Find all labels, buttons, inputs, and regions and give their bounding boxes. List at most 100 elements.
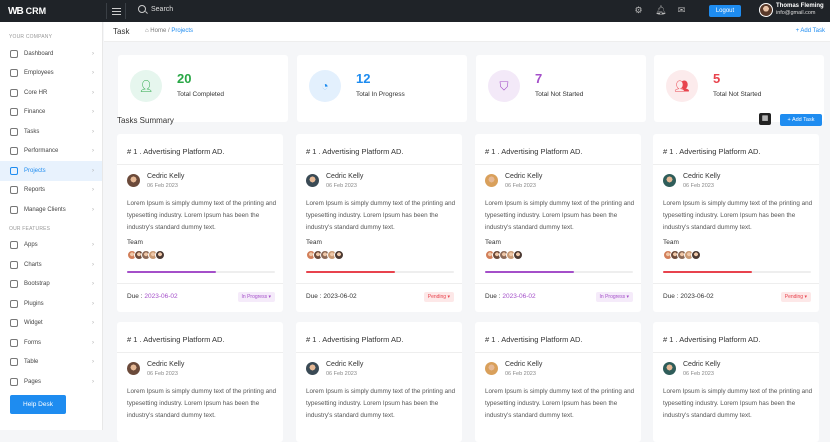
sidebar-item-icon (10, 88, 18, 97)
task-card[interactable]: # 1 . Advertising Platform AD. Cedric Kel… (475, 322, 641, 442)
stat-card: ◔ 12 Total In Progress (297, 55, 467, 122)
task-card-title: # 1 . Advertising Platform AD. (663, 147, 761, 156)
sidebar-item-label: Plugins (24, 300, 44, 307)
sidebar-item-icon (10, 147, 18, 156)
sidebar-item-label: Manage Clients (24, 206, 66, 213)
due-label: Due : (485, 293, 501, 300)
chevron-right-icon: › (92, 300, 94, 307)
grid-view-icon[interactable]: ▦ (759, 113, 771, 125)
sidebar-item-charts[interactable]: Charts › (0, 255, 102, 275)
sidebar-item-icon (10, 241, 18, 250)
tasks-summary-title: Tasks Summary (117, 116, 174, 125)
sidebar-item-dashboard[interactable]: Dashboard › (0, 44, 102, 64)
progress-bar (306, 271, 454, 273)
due-date: Due : 2023-06-02 (485, 293, 536, 300)
sidebar-item-bootstrap[interactable]: Bootstrap › (0, 275, 102, 295)
team-label: Team (127, 239, 143, 246)
task-card[interactable]: # 1 . Advertising Platform AD. Cedric Kel… (653, 322, 819, 442)
sidebar-item-forms[interactable]: Forms › (0, 333, 102, 353)
task-card[interactable]: # 1 . Advertising Platform AD. Cedric Kel… (475, 134, 641, 312)
task-card[interactable]: # 1 . Advertising Platform AD. Cedric Kel… (117, 322, 283, 442)
sidebar-item-reports[interactable]: Reports › (0, 181, 102, 201)
search-box[interactable]: Search (138, 5, 173, 13)
task-card[interactable]: # 1 . Advertising Platform AD. Cedric Kel… (296, 322, 462, 442)
task-card[interactable]: # 1 . Advertising Platform AD. Cedric Kel… (296, 134, 462, 312)
avatar (306, 174, 319, 187)
page-title: Task (113, 27, 130, 36)
progress-bar (127, 271, 275, 273)
sidebar-item-icon (10, 69, 18, 78)
sidebar-item-employees[interactable]: Employees › (0, 64, 102, 84)
user-email: info@gmail.com (776, 10, 816, 16)
sidebar-item-label: Core HR (24, 89, 48, 96)
sidebar-item-tasks[interactable]: Tasks › (0, 122, 102, 142)
help-desk-button[interactable]: Help Desk (10, 395, 66, 414)
sidebar-item-plugins[interactable]: Plugins › (0, 294, 102, 314)
task-date: 06 Feb 2023 (505, 183, 536, 189)
sidebar: YOUR COMPANY Dashboard › Employees › Core HR… (0, 22, 103, 430)
chevron-right-icon: › (92, 339, 94, 346)
chevron-right-icon: › (92, 148, 94, 155)
task-date: 06 Feb 2023 (505, 371, 536, 377)
user-avatar[interactable] (759, 3, 773, 17)
assignee-name: Cedric Kelly (326, 361, 364, 368)
sidebar-item-projects[interactable]: Projects › (0, 161, 102, 181)
sidebar-item-performance[interactable]: Performance › (0, 142, 102, 162)
sidebar-item-core-hr[interactable]: Core HR › (0, 83, 102, 103)
sidebar-item-label: Dashboard (24, 50, 54, 57)
divider (296, 164, 462, 165)
avatar (306, 362, 319, 375)
task-card[interactable]: # 1 . Advertising Platform AD. Cedric Kel… (653, 134, 819, 312)
task-card[interactable]: # 1 . Advertising Platform AD. Cedric Kel… (117, 134, 283, 312)
assignee-name: Cedric Kelly (505, 173, 543, 180)
caret-down-icon: ▾ (447, 294, 450, 300)
sidebar-item-icon (10, 49, 18, 58)
status-badge[interactable]: Pending ▾ (423, 292, 454, 302)
sidebar-item-table[interactable]: Table › (0, 353, 102, 373)
status-badge[interactable]: Pending ▾ (780, 292, 811, 302)
sidebar-item-label: Finance (24, 109, 46, 116)
divider (653, 283, 819, 284)
add-task-button[interactable]: + Add Task (780, 114, 822, 126)
gear-icon[interactable]: ⚙ (633, 5, 644, 16)
assignee-name: Cedric Kelly (147, 173, 185, 180)
stat-card: ⛉ 7 Total Not Started (476, 55, 646, 122)
menu-toggle-icon[interactable] (106, 3, 126, 19)
divider (117, 283, 283, 284)
bell-icon[interactable]: 🔔︎ (655, 5, 666, 16)
add-task-link[interactable]: + Add Task (796, 28, 825, 34)
task-description: Lorem Ipsum is simply dummy text of the … (663, 200, 813, 232)
task-description: Lorem Ipsum is simply dummy text of the … (663, 388, 813, 420)
status-label: Pending (784, 294, 804, 300)
divider (296, 352, 462, 353)
assignee-name: Cedric Kelly (683, 361, 721, 368)
sidebar-item-pages[interactable]: Pages › (0, 372, 102, 392)
chevron-right-icon: › (92, 109, 94, 116)
avatar (663, 362, 676, 375)
status-label: In Progress (241, 294, 268, 300)
team-avatar (155, 250, 165, 260)
sidebar-item-manage-clients[interactable]: Manage Clients › (0, 200, 102, 220)
sidebar-item-label: Reports (24, 187, 46, 194)
status-badge[interactable]: In Progress ▾ (595, 292, 633, 302)
chevron-right-icon: › (92, 89, 94, 96)
task-card-title: # 1 . Advertising Platform AD. (663, 335, 761, 344)
task-description: Lorem Ipsum is simply dummy text of the … (485, 388, 635, 420)
sidebar-item-apps[interactable]: Apps › (0, 236, 102, 256)
status-badge[interactable]: In Progress ▾ (237, 292, 275, 302)
mail-icon[interactable]: ✉ (676, 5, 687, 16)
due-label: Due : (127, 293, 143, 300)
sidebar-item-label: Widget (24, 320, 43, 327)
team-avatars (127, 250, 165, 260)
avatar (485, 362, 498, 375)
sidebar-item-icon (10, 358, 18, 367)
task-date: 06 Feb 2023 (683, 183, 714, 189)
team-avatar (513, 250, 523, 260)
logout-button[interactable]: Logout (709, 5, 741, 17)
sidebar-item-finance[interactable]: Finance › (0, 103, 102, 123)
sidebar-item-widget[interactable]: Widget › (0, 314, 102, 334)
brand-logo[interactable]: WB CRM (8, 4, 46, 18)
breadcrumb-home[interactable]: Home (150, 28, 166, 34)
task-date: 06 Feb 2023 (147, 371, 178, 377)
sidebar-item-icon (10, 319, 18, 328)
